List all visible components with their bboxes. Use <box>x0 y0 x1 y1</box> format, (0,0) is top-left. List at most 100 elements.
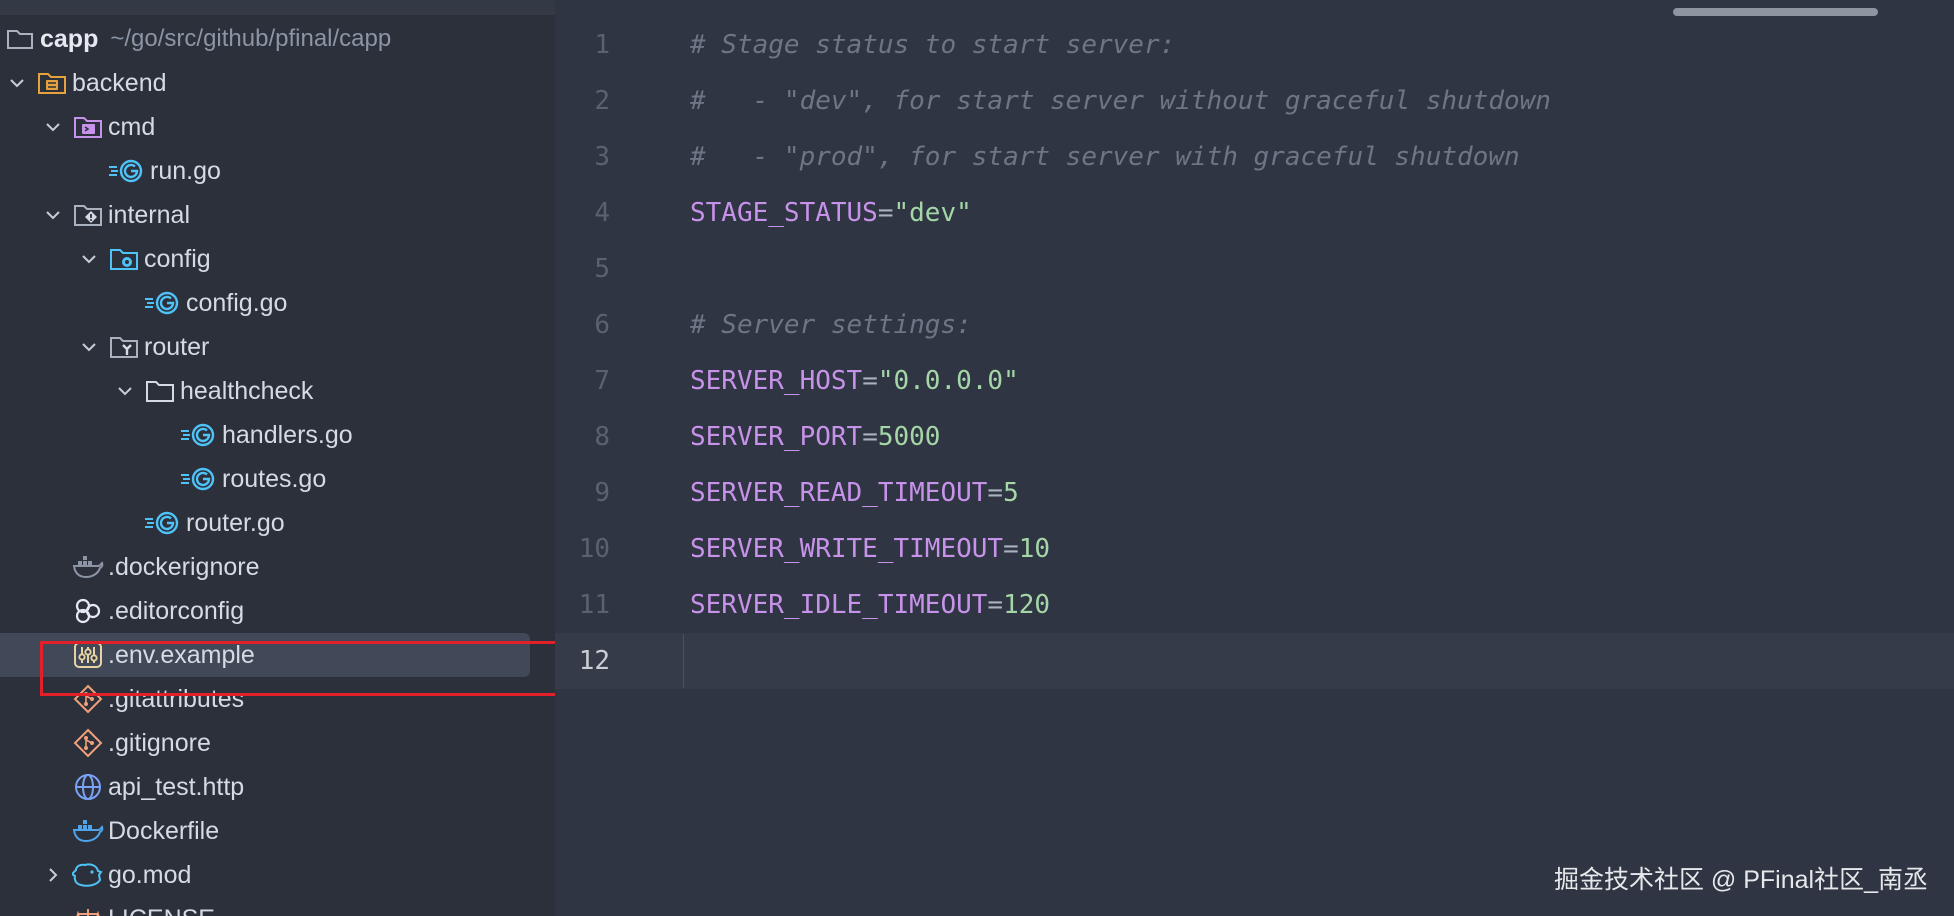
equals-operator: = <box>862 422 878 452</box>
tree-item-label: healthcheck <box>180 376 314 405</box>
go-file-icon <box>180 463 218 495</box>
tree-item-label: backend <box>72 68 167 97</box>
equals-operator: = <box>1003 534 1019 564</box>
folder-icon <box>144 375 176 407</box>
tree-item-internal[interactable]: internal <box>0 193 555 237</box>
code-text: SERVER_WRITE_TIMEOUT=10 <box>690 534 1050 564</box>
code-line[interactable]: 4 STAGE_STATUS="dev" <box>555 185 1954 241</box>
code-line[interactable]: 1 # Stage status to start server: <box>555 17 1954 73</box>
env-key: SERVER_WRITE_TIMEOUT <box>690 534 1004 564</box>
code-line[interactable]: 7 SERVER_HOST="0.0.0.0" <box>555 353 1954 409</box>
line-number: 12 <box>578 646 610 676</box>
project-tree-panel: capp ~/go/src/github/pfinal/capp backend… <box>0 0 555 916</box>
code-editor[interactable]: 1 # Stage status to start server: 2 # - "de… <box>555 0 1954 916</box>
tree-item-label: .dockerignore <box>108 552 260 581</box>
line-number: 9 <box>594 478 610 508</box>
tree-item-label: config.go <box>186 288 288 317</box>
tree-item-router[interactable]: router <box>0 325 555 369</box>
chevron-down-icon[interactable] <box>112 378 138 404</box>
tree-item-label: go.mod <box>108 860 192 889</box>
tree-item-api-test-http[interactable]: api_test.http <box>0 765 555 809</box>
tree-item-gitattributes[interactable]: .gitattributes <box>0 677 555 721</box>
code-line[interactable]: 12 <box>555 633 1954 689</box>
tree-item-dockerfile[interactable]: Dockerfile <box>0 809 555 853</box>
code-line[interactable]: 10 SERVER_WRITE_TIMEOUT=10 <box>555 521 1954 577</box>
go-file-icon <box>108 155 146 187</box>
tree-item-config-go[interactable]: config.go <box>0 281 555 325</box>
env-value: 10 <box>1018 534 1051 564</box>
watermark: 掘金技术社区 @ PFinal社区_南丞 <box>1553 866 1928 894</box>
code-text: # - "prod", for start server with gracef… <box>690 142 1520 172</box>
code-text: SERVER_PORT=5000 <box>690 422 940 452</box>
code-line[interactable]: 2 # - "dev", for start server without gra… <box>555 73 1954 129</box>
line-number: 2 <box>594 86 610 116</box>
docker-ignore-icon <box>72 551 104 583</box>
chevron-down-icon[interactable] <box>40 114 66 140</box>
tree-item-handlers-go[interactable]: handlers.go <box>0 413 555 457</box>
tree-item-label: router <box>144 332 210 361</box>
code-line[interactable]: 3 # - "prod", for start server with grace… <box>555 129 1954 185</box>
tree-item-healthcheck[interactable]: healthcheck <box>0 369 555 413</box>
line-number: 6 <box>594 310 610 340</box>
tree-item-label: Dockerfile <box>108 816 220 845</box>
editorconfig-icon <box>72 595 104 627</box>
equals-operator: = <box>987 478 1004 508</box>
code-line[interactable]: 11 SERVER_IDLE_TIMEOUT=120 <box>555 577 1954 633</box>
env-key: SERVER_READ_TIMEOUT <box>690 478 988 508</box>
equals-operator: = <box>862 366 878 396</box>
code-line[interactable]: 9 SERVER_READ_TIMEOUT=5 <box>555 465 1954 521</box>
tree-item-gitignore[interactable]: .gitignore <box>0 721 555 765</box>
folder-icon <box>4 23 36 55</box>
tree-item-label: .gitignore <box>108 728 211 757</box>
chevron-down-icon[interactable] <box>4 70 30 96</box>
chevron-down-icon[interactable] <box>76 246 102 272</box>
code-line[interactable]: 5 <box>555 241 1954 297</box>
tree-item-editorconfig[interactable]: .editorconfig <box>0 589 555 633</box>
comment-text: # - "dev", for start server without grac… <box>690 86 1551 116</box>
tree-item-label: .editorconfig <box>108 596 245 625</box>
env-key: SERVER_IDLE_TIMEOUT <box>690 590 988 620</box>
tree-item-label: .gitattributes <box>108 684 245 713</box>
git-icon <box>72 727 104 759</box>
code-line[interactable]: 8 SERVER_PORT=5000 <box>555 409 1954 465</box>
tree-item-license[interactable]: LICENSE <box>0 897 555 916</box>
tree-item-router-go[interactable]: router.go <box>0 501 555 545</box>
tree-item-cmd[interactable]: cmd <box>0 105 555 149</box>
equals-operator: = <box>877 198 894 228</box>
globe-icon <box>72 771 104 803</box>
tree-item-label: router.go <box>186 508 285 537</box>
tree-item-dockerignore[interactable]: .dockerignore <box>0 545 555 589</box>
tree-item-routes-go[interactable]: routes.go <box>0 457 555 501</box>
tree-item-label: .env.example <box>108 640 255 669</box>
tree-item-label: handlers.go <box>222 420 353 449</box>
tree-item-label: config <box>144 244 211 273</box>
code-text: # Stage status to start server: <box>690 30 1175 60</box>
horizontal-scrollbar-thumb[interactable] <box>1673 8 1878 16</box>
code-line[interactable]: 6 # Server settings: <box>555 297 1954 353</box>
project-root-row[interactable]: capp ~/go/src/github/pfinal/capp <box>0 17 555 61</box>
tree-item-label: routes.go <box>222 464 327 493</box>
equals-operator: = <box>987 590 1004 620</box>
env-key: SERVER_HOST <box>690 366 863 396</box>
code-text: SERVER_HOST="0.0.0.0" <box>690 366 1019 396</box>
chevron-right-icon[interactable] <box>40 862 66 888</box>
tree-item-label: api_test.http <box>108 772 245 801</box>
tree-item-backend[interactable]: backend <box>0 61 555 105</box>
router-folder-icon <box>108 331 140 363</box>
env-settings-icon <box>72 639 104 671</box>
chevron-down-icon[interactable] <box>76 334 102 360</box>
line-number: 4 <box>594 198 610 228</box>
env-value: 120 <box>1003 590 1051 620</box>
code-text: STAGE_STATUS="dev" <box>690 198 972 228</box>
tree-item-go-mod[interactable]: go.mod <box>0 853 555 897</box>
tree-item-config[interactable]: config <box>0 237 555 281</box>
tree-item-label: run.go <box>150 156 221 185</box>
license-icon <box>72 903 104 916</box>
tree-item-run-go[interactable]: run.go <box>0 149 555 193</box>
env-value: "dev" <box>893 198 972 228</box>
chevron-down-icon[interactable] <box>40 202 66 228</box>
tree-item-env-example[interactable]: .env.example <box>0 633 555 677</box>
code-text: SERVER_IDLE_TIMEOUT=120 <box>690 590 1050 620</box>
git-icon <box>72 683 104 715</box>
line-number: 1 <box>594 30 610 60</box>
